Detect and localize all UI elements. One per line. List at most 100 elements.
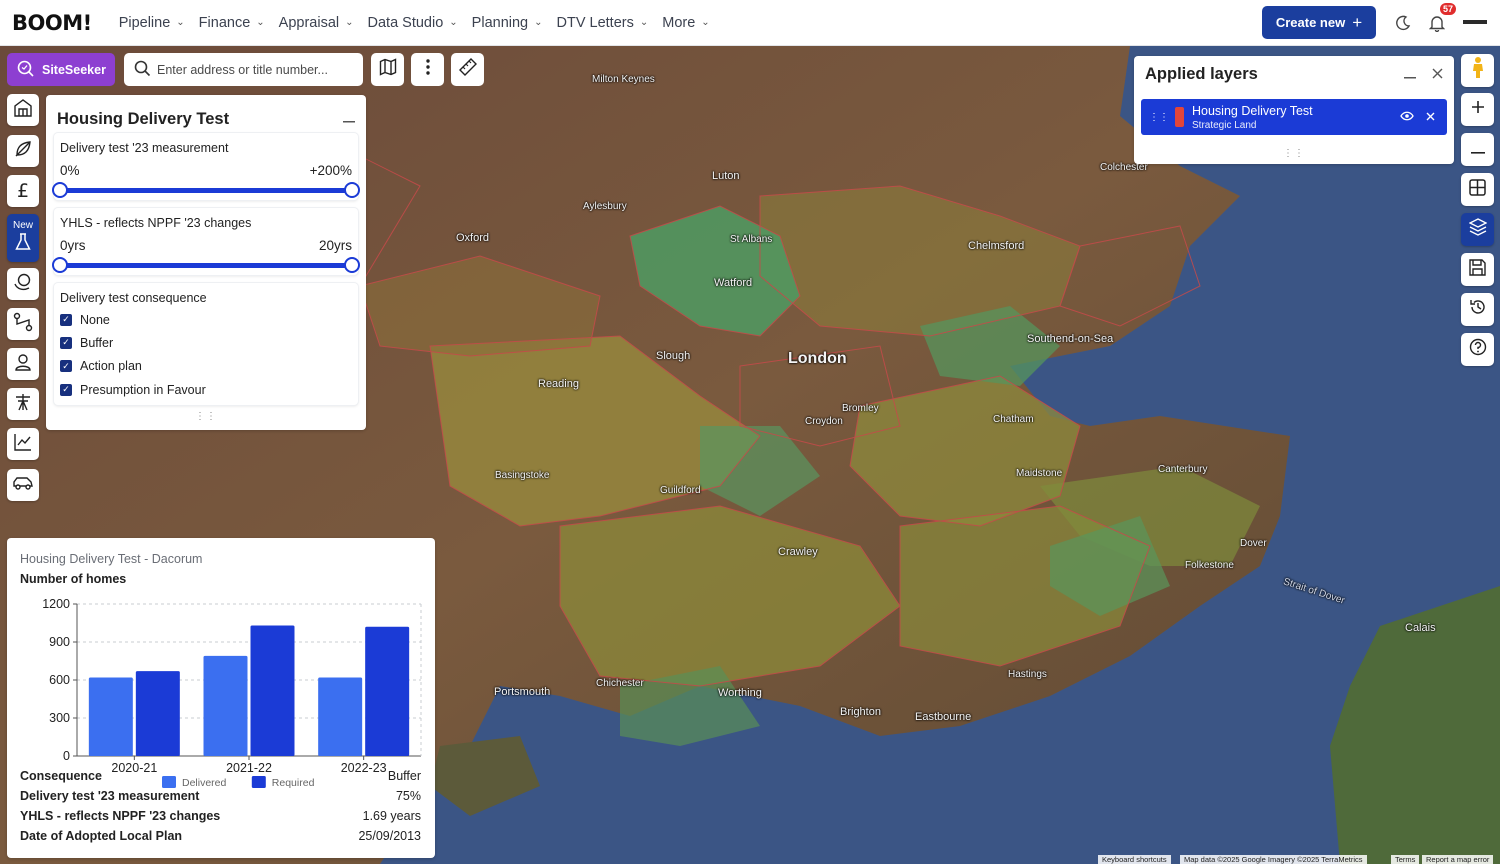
remove-layer-icon[interactable] (1426, 108, 1435, 126)
nav-label: DTV Letters (556, 14, 634, 31)
help-button[interactable] (1461, 333, 1494, 366)
eye-icon[interactable] (1400, 108, 1414, 126)
rail-home[interactable] (7, 94, 39, 126)
option-label: Buffer (80, 335, 114, 350)
plus-icon: + (1352, 12, 1363, 32)
ruler-icon (458, 57, 478, 82)
nav-pipeline[interactable]: Pipeline ⌄ (119, 15, 185, 31)
zoom-out-button[interactable] (1461, 133, 1494, 166)
stat-row: Consequence Buffer (20, 769, 421, 783)
checkbox-checked-icon[interactable]: ✓ (60, 336, 72, 349)
bell-icon[interactable] (1426, 12, 1448, 34)
drag-handle-icon[interactable]: ⋮⋮ (46, 411, 366, 422)
map-label: Chatham (993, 414, 1034, 425)
dark-mode-icon[interactable] (1392, 12, 1414, 34)
search-input[interactable] (157, 62, 347, 77)
close-icon[interactable] (1432, 66, 1443, 84)
street-view-button[interactable] (1461, 54, 1494, 87)
bar-delivered (318, 677, 363, 756)
chevron-down-icon: ⌄ (701, 17, 710, 28)
nav-label: Planning (471, 14, 529, 31)
rail-utilities[interactable] (7, 388, 39, 420)
terms-link[interactable]: Terms (1391, 855, 1420, 864)
nav-label: More (662, 14, 696, 31)
save-button[interactable] (1461, 253, 1494, 286)
map-label: Dover (1240, 538, 1267, 549)
layers-button[interactable] (1461, 213, 1494, 246)
drag-handle-icon[interactable]: ⋮⋮ (1134, 148, 1454, 159)
drag-handle-icon[interactable]: ⋮⋮ (1149, 112, 1169, 123)
report-map-error-link[interactable]: Report a map error (1422, 855, 1494, 864)
map-label: Aylesbury (583, 201, 627, 212)
map-label: Milton Keynes (592, 74, 655, 85)
stat-label: YHLS - reflects NPPF '23 changes (20, 809, 221, 823)
map-label: Guildford (660, 485, 701, 496)
minimize-icon[interactable] (1404, 66, 1416, 84)
chevron-down-icon: ⌄ (256, 17, 265, 28)
option-label: None (80, 312, 110, 327)
rail-history[interactable] (7, 268, 39, 300)
hdt-detail-panel: Housing Delivery Test - Dacorum Number o… (7, 538, 435, 858)
map-label: Luton (712, 170, 740, 182)
slider-min-handle[interactable] (52, 182, 68, 198)
nav-appraisal[interactable]: Appraisal ⌄ (279, 15, 354, 31)
layer-item[interactable]: ⋮⋮ Housing Delivery Test Strategic Land (1141, 99, 1447, 135)
bar-chart: 030060090012002020-21 2021-22 2022-23Deliv… (42, 597, 422, 789)
option-action-plan[interactable]: ✓ Action plan (60, 355, 352, 378)
map-label: Maidstone (1016, 468, 1063, 479)
leaf-off-icon (13, 139, 33, 164)
nav-data-studio[interactable]: Data Studio ⌄ (368, 15, 458, 31)
checkbox-checked-icon[interactable]: ✓ (60, 313, 72, 326)
keyboard-shortcuts-link[interactable]: Keyboard shortcuts (1098, 855, 1171, 864)
nav-more[interactable]: More ⌄ (662, 15, 709, 31)
option-buffer[interactable]: ✓ Buffer (60, 331, 352, 354)
zoom-in-button[interactable] (1461, 93, 1494, 126)
more-options-button[interactable] (411, 53, 444, 86)
siteseeker-button[interactable]: SiteSeeker (7, 53, 115, 86)
map-label: Slough (656, 350, 691, 362)
grid-button[interactable] (1461, 173, 1494, 206)
option-presumption[interactable]: ✓ Presumption in Favour (60, 378, 352, 401)
stat-value: 75% (395, 789, 421, 803)
slider-max-handle[interactable] (344, 257, 360, 273)
nav-finance[interactable]: Finance ⌄ (199, 15, 265, 31)
rail-labs[interactable]: New (7, 214, 39, 262)
slider-min-handle[interactable] (52, 257, 68, 273)
measure-button[interactable] (451, 53, 484, 86)
minimize-icon[interactable] (343, 110, 355, 128)
rail-land[interactable] (7, 135, 39, 167)
help-icon (1469, 338, 1487, 361)
slider-track (60, 188, 352, 193)
app-logo[interactable]: BOOM! (12, 11, 92, 35)
yhls-slider[interactable] (52, 255, 360, 275)
nav-dtv-letters[interactable]: DTV Letters ⌄ (557, 15, 649, 31)
checkbox-checked-icon[interactable]: ✓ (60, 383, 72, 396)
rail-routes[interactable] (7, 308, 39, 340)
range-min: 0yrs (60, 238, 86, 253)
history-button[interactable] (1461, 293, 1494, 326)
avatar[interactable] (1460, 14, 1490, 30)
map-label: Portsmouth (494, 686, 551, 698)
slider-max-handle[interactable] (344, 182, 360, 198)
nav-label: Pipeline (118, 14, 171, 31)
measurement-slider[interactable] (52, 180, 360, 200)
search-icon (134, 60, 151, 80)
rail-finance[interactable]: £ (7, 175, 39, 207)
option-none[interactable]: ✓ None (60, 308, 352, 331)
rail-owners[interactable] (7, 348, 39, 380)
rail-transport[interactable] (7, 469, 39, 501)
option-label: Action plan (80, 359, 142, 374)
checkbox-checked-icon[interactable]: ✓ (60, 360, 72, 373)
map-label: Chichester (596, 678, 644, 689)
minus-icon (1470, 141, 1485, 159)
create-new-button[interactable]: Create new + (1262, 6, 1376, 39)
map-type-button[interactable] (371, 53, 404, 86)
layers-icon (1467, 218, 1488, 241)
search-box[interactable] (124, 53, 363, 86)
rail-analytics[interactable] (7, 428, 39, 460)
nav-planning[interactable]: Planning ⌄ (472, 15, 543, 31)
map-label: Hastings (1008, 669, 1047, 680)
filter-title: Delivery test '23 measurement (60, 141, 229, 155)
map-label: Calais (1405, 622, 1436, 634)
map-label: Croydon (805, 416, 843, 427)
